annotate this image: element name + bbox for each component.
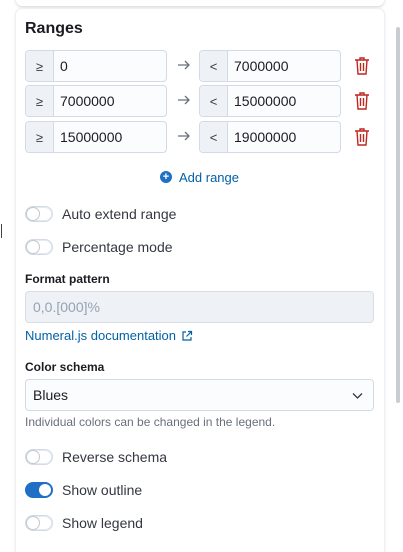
color-schema-select[interactable]: Blues — [25, 379, 374, 411]
range-from-field[interactable]: ≥ 15000000 — [25, 121, 167, 153]
external-link-icon — [182, 330, 193, 341]
format-pattern-placeholder: 0,0.[000]% — [33, 299, 100, 315]
range-from-field[interactable]: ≥ 7000000 — [25, 85, 167, 117]
range-to-value[interactable]: 7000000 — [228, 51, 340, 81]
range-to-field[interactable]: < 19000000 — [199, 121, 341, 153]
color-schema-help: Individual colors can be changed in the … — [25, 415, 276, 429]
range-from-value[interactable]: 15000000 — [54, 122, 166, 152]
text-cursor — [1, 224, 2, 238]
color-schema-label: Color schema — [25, 360, 105, 374]
reverse-schema-switch[interactable] — [25, 449, 53, 465]
previous-panel-edge — [16, 0, 384, 6]
format-pattern-label: Format pattern — [25, 272, 110, 286]
panel-title: Ranges — [25, 20, 83, 37]
arrow-right-icon — [178, 60, 190, 70]
lt-prefix: < — [200, 51, 228, 81]
color-schema-value: Blues — [33, 387, 69, 403]
show-outline-label: Show outline — [62, 482, 143, 498]
range-to-field[interactable]: < 15000000 — [199, 85, 341, 117]
range-from-field[interactable]: ≥ 0 — [25, 50, 167, 82]
auto-extend-switch[interactable] — [25, 206, 53, 222]
add-range-button[interactable]: + Add range — [160, 169, 239, 185]
range-to-value[interactable]: 15000000 — [228, 86, 340, 116]
trash-icon[interactable] — [353, 127, 371, 147]
auto-extend-toggle-row: Auto extend range — [25, 205, 176, 223]
chevron-down-icon — [352, 393, 363, 399]
show-outline-toggle-row: Show outline — [25, 481, 142, 499]
gte-prefix: ≥ — [26, 51, 54, 81]
range-row: ≥ 0 < 7000000 — [25, 50, 375, 82]
range-from-value[interactable]: 7000000 — [54, 86, 166, 116]
numeral-docs-label: Numeral.js documentation — [25, 328, 177, 343]
gte-prefix: ≥ — [26, 122, 54, 152]
trash-icon[interactable] — [353, 91, 371, 111]
range-from-value[interactable]: 0 — [54, 51, 166, 81]
reverse-schema-toggle-row: Reverse schema — [25, 448, 167, 466]
percentage-mode-toggle-row: Percentage mode — [25, 238, 173, 256]
show-outline-switch[interactable] — [25, 482, 53, 498]
range-to-field[interactable]: < 7000000 — [199, 50, 341, 82]
show-legend-toggle-row: Show legend — [25, 514, 143, 532]
show-legend-switch[interactable] — [25, 515, 53, 531]
show-legend-label: Show legend — [62, 515, 143, 531]
arrow-right-icon — [178, 95, 190, 105]
range-row: ≥ 7000000 < 15000000 — [25, 85, 375, 117]
numeral-docs-link[interactable]: Numeral.js documentation — [25, 328, 193, 343]
lt-prefix: < — [200, 86, 228, 116]
gte-prefix: ≥ — [26, 86, 54, 116]
plus-circle-icon: + — [160, 171, 172, 183]
scrollbar[interactable] — [396, 27, 400, 403]
trash-icon[interactable] — [353, 56, 371, 76]
range-row: ≥ 15000000 < 19000000 — [25, 121, 375, 153]
add-range-label: Add range — [179, 169, 239, 185]
range-to-value[interactable]: 19000000 — [228, 122, 340, 152]
percentage-mode-switch[interactable] — [25, 239, 53, 255]
arrow-right-icon — [178, 131, 190, 141]
lt-prefix: < — [200, 122, 228, 152]
reverse-schema-label: Reverse schema — [62, 449, 168, 465]
auto-extend-label: Auto extend range — [62, 206, 177, 222]
percentage-mode-label: Percentage mode — [62, 239, 173, 255]
format-pattern-input[interactable]: 0,0.[000]% — [25, 291, 374, 323]
